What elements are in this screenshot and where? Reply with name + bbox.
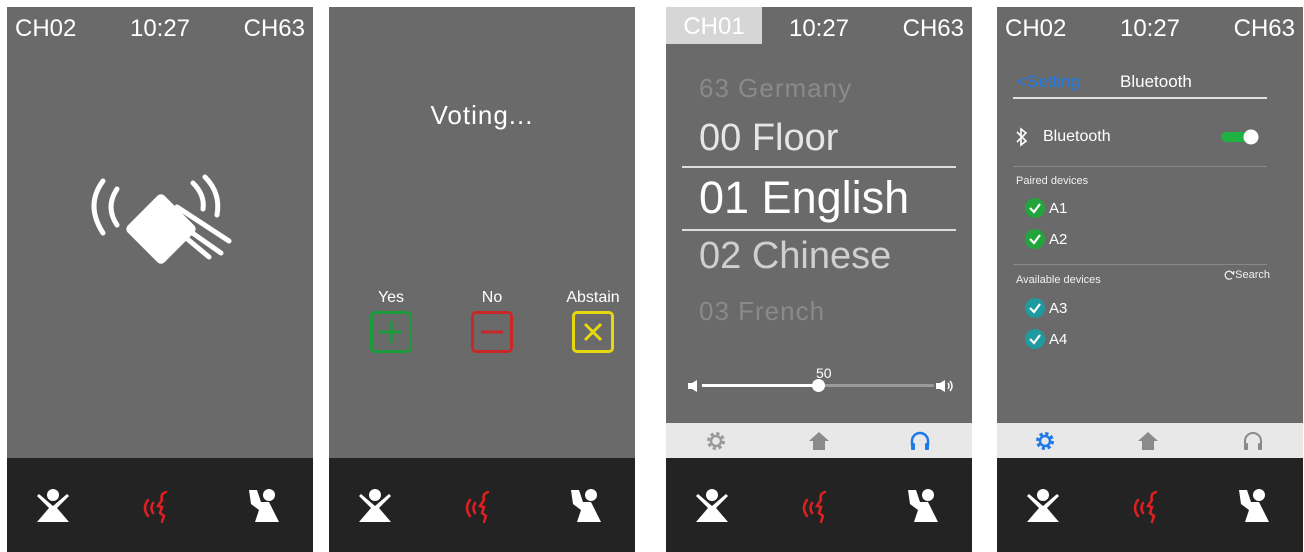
check-icon (1025, 329, 1045, 349)
available-devices-header: Available devices (1016, 274, 1101, 286)
request-cancel-icon[interactable] (1023, 486, 1063, 526)
bottom-nav (7, 458, 313, 552)
available-device-item[interactable]: A3 (1025, 298, 1067, 320)
headphones-icon[interactable] (908, 429, 932, 453)
home-icon[interactable] (1136, 429, 1160, 453)
request-cancel-icon[interactable] (692, 486, 732, 526)
language-item[interactable]: 03 French (699, 296, 825, 327)
x-icon (572, 311, 614, 353)
volume-high-icon (936, 380, 953, 392)
device-name: A4 (1049, 330, 1068, 348)
volume-low-icon (688, 380, 697, 392)
screen-channel-select: CH01 10:27 CH63 63 Germany 00 Floor 01 E… (666, 7, 972, 552)
available-device-item[interactable]: A4 (1025, 329, 1067, 351)
channel-right: CH63 (243, 15, 305, 42)
tab-bar (997, 423, 1303, 458)
minus-icon (471, 311, 513, 353)
bluetooth-toggle-row: Bluetooth (1013, 127, 1267, 149)
vote-yes-label: Yes (377, 289, 405, 306)
search-button[interactable]: Search (1223, 269, 1270, 281)
channel-right: CH63 (1233, 15, 1295, 42)
tab-bar (666, 423, 972, 458)
paired-device-item[interactable]: A2 (1025, 229, 1067, 251)
volume-slider-handle[interactable] (812, 379, 825, 392)
device-name: A1 (1049, 199, 1068, 217)
settings-header: <Setting Bluetooth (1013, 69, 1267, 99)
check-icon (1025, 198, 1045, 218)
vote-no-button[interactable]: No (462, 289, 522, 353)
language-item[interactable]: 00 Floor (699, 117, 838, 160)
home-icon[interactable] (807, 429, 831, 453)
status-bar: CH01 10:27 CH63 (666, 7, 972, 47)
check-icon (1025, 229, 1045, 249)
screen-card-tap: CH02 10:27 CH63 (7, 7, 313, 552)
volume-slider[interactable] (702, 379, 934, 392)
selection-divider-top (682, 166, 956, 168)
request-speak-icon[interactable] (567, 486, 607, 526)
page-title: Bluetooth (1120, 72, 1192, 91)
status-bar: CH02 10:27 CH63 (7, 7, 313, 47)
request-cancel-icon[interactable] (33, 486, 73, 526)
bluetooth-icon (1016, 127, 1028, 147)
gear-icon[interactable] (1033, 429, 1057, 453)
vote-yes-button[interactable]: Yes (361, 289, 421, 353)
divider (1013, 166, 1267, 167)
bottom-nav (997, 458, 1303, 552)
screen-bluetooth-settings: CH02 10:27 CH63 <Setting Bluetooth Bluet… (997, 7, 1303, 552)
headphones-icon[interactable] (1241, 429, 1265, 453)
paired-devices-header: Paired devices (1016, 175, 1089, 187)
nfc-card-tap-icon (91, 174, 232, 264)
request-cancel-icon[interactable] (355, 486, 395, 526)
plus-icon (370, 311, 412, 353)
check-icon (1025, 298, 1045, 318)
speak-icon[interactable] (140, 486, 180, 526)
speak-icon[interactable] (1130, 486, 1170, 526)
speak-icon[interactable] (462, 486, 502, 526)
back-to-setting-link[interactable]: <Setting (1017, 72, 1080, 92)
search-label: Search (1235, 269, 1270, 282)
gear-icon[interactable] (704, 429, 728, 453)
volume-slider-fill (702, 384, 818, 387)
voting-status: Voting... (430, 100, 534, 130)
status-bar: CH02 10:27 CH63 (997, 7, 1303, 47)
request-speak-icon[interactable] (904, 486, 944, 526)
bottom-nav (666, 458, 972, 552)
language-item[interactable]: 63 Germany (699, 73, 852, 104)
divider (1013, 264, 1267, 265)
paired-device-item[interactable]: A1 (1025, 198, 1067, 220)
vote-abstain-button[interactable]: Abstain (563, 289, 623, 353)
language-item[interactable]: 02 Chinese (699, 235, 891, 278)
refresh-icon (1224, 270, 1235, 280)
bottom-nav (329, 458, 635, 552)
vote-no-label: No (481, 289, 503, 306)
bluetooth-toggle[interactable] (1221, 129, 1261, 145)
speak-icon[interactable] (799, 486, 839, 526)
request-speak-icon[interactable] (1235, 486, 1275, 526)
channel-right: CH63 (902, 15, 964, 42)
device-name: A2 (1049, 230, 1068, 248)
bluetooth-label: Bluetooth (1043, 128, 1111, 145)
device-name: A3 (1049, 299, 1068, 317)
screen-voting: Voting... Yes No Abstain (329, 7, 635, 552)
request-speak-icon[interactable] (245, 486, 285, 526)
vote-abstain-label: Abstain (566, 289, 620, 306)
language-item-selected[interactable]: 01 English (699, 172, 909, 224)
selection-divider-bottom (682, 229, 956, 231)
